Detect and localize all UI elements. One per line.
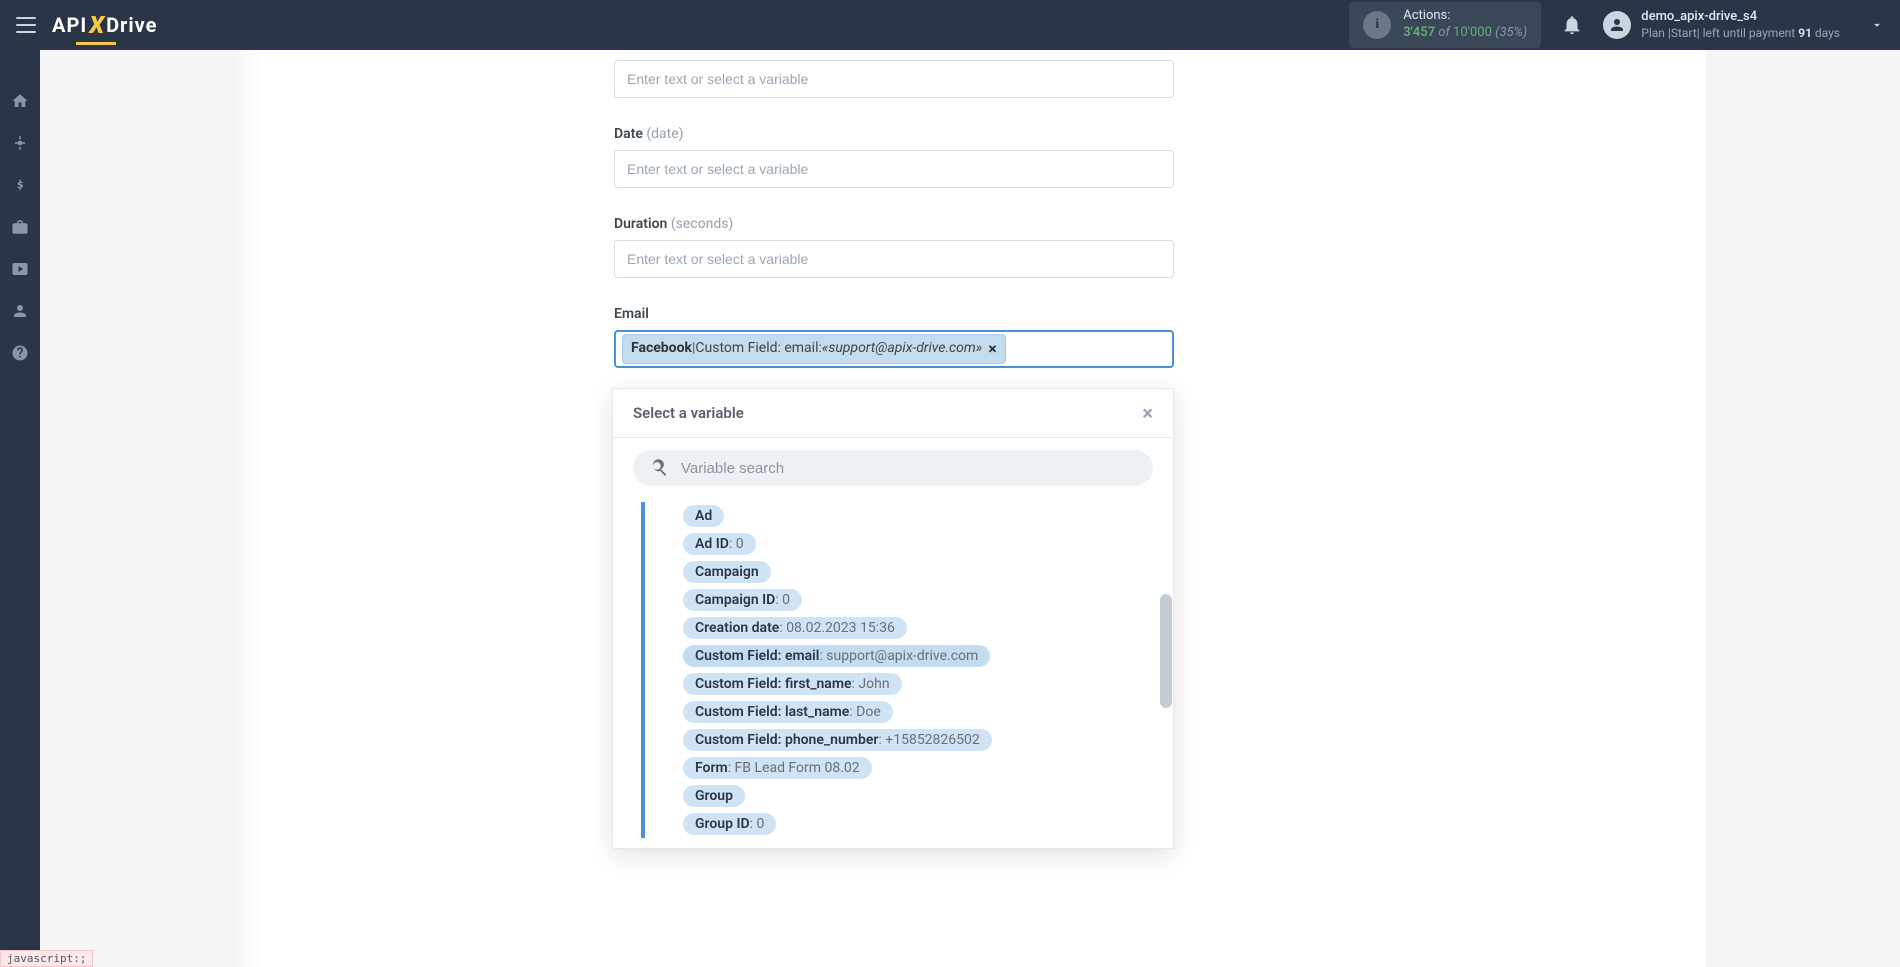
user-menu[interactable]: demo_apix-drive_s4 Plan |Start| left unt…	[1603, 9, 1884, 41]
variable-list[interactable]: AdAd ID: 0CampaignCampaign ID: 0Creation…	[613, 498, 1173, 848]
page-panel: Date (date) Duration (seconds) Email	[234, 50, 1706, 967]
variable-search-input[interactable]	[681, 460, 1137, 477]
actions-total: 10'000	[1453, 25, 1492, 40]
actions-counter[interactable]: i Actions: 3'457 of 10'000 (35%)	[1349, 2, 1541, 48]
chip-source: Facebook	[631, 339, 692, 359]
chevron-down-icon	[1870, 18, 1884, 32]
variable-item[interactable]: Creation date: 08.02.2023 15:36	[683, 617, 907, 639]
variable-item[interactable]: Group	[683, 785, 745, 807]
info-icon: i	[1363, 11, 1391, 39]
variable-name: Custom Field: last_name	[695, 704, 849, 720]
logo-underline	[76, 42, 116, 45]
variable-item[interactable]: Campaign	[683, 561, 771, 583]
logo-drive: Drive	[106, 13, 157, 37]
actions-used: 3'457	[1403, 25, 1435, 40]
email-variable-chip[interactable]: Facebook | Custom Field: email: «support…	[622, 334, 1006, 364]
chip-field: Custom Field: email:	[695, 339, 821, 359]
date-input[interactable]	[614, 150, 1174, 188]
logo[interactable]: API X Drive	[52, 11, 157, 39]
variable-item[interactable]: Ad	[683, 505, 724, 527]
duration-input[interactable]	[614, 240, 1174, 278]
variable-name: Ad ID	[695, 536, 729, 552]
variable-name: Form	[695, 760, 728, 776]
variable-item[interactable]: Ad ID: 0	[683, 533, 756, 555]
search-icon	[649, 458, 669, 478]
duration-sublabel: (seconds)	[671, 216, 733, 232]
topbar: API X Drive i Actions: 3'457 of 10'000 (…	[0, 0, 1900, 50]
variable-item[interactable]: Custom Field: last_name: Doe	[683, 701, 893, 723]
variable-value: : 0	[750, 816, 765, 832]
variable-item[interactable]: Form: FB Lead Form 08.02	[683, 757, 872, 779]
variable-name: Group	[695, 788, 733, 804]
variable-value: : support@apix-drive.com	[819, 648, 978, 664]
currency-input[interactable]	[614, 60, 1174, 98]
variable-item[interactable]: Custom Field: phone_number: +15852826502	[683, 729, 992, 751]
sidebar-home-icon[interactable]	[0, 80, 40, 122]
sidebar-video-icon[interactable]	[0, 248, 40, 290]
plan-days: 91	[1798, 26, 1812, 40]
user-avatar-icon	[1603, 11, 1631, 39]
chip-value: «support@apix-drive.com»	[822, 339, 982, 359]
dropdown-title: Select a variable	[633, 404, 744, 422]
variable-value: : FB Lead Form 08.02	[728, 760, 860, 776]
email-input[interactable]: Facebook | Custom Field: email: «support…	[614, 330, 1174, 368]
variable-name: Campaign	[695, 564, 759, 580]
variable-name: Ad	[695, 508, 712, 524]
actions-pct: (35%)	[1495, 25, 1527, 40]
variable-name: Custom Field: first_name	[695, 676, 852, 692]
variable-name: Creation date	[695, 620, 779, 636]
sidebar-briefcase-icon[interactable]	[0, 206, 40, 248]
variable-dropdown: Select a variable × AdAd ID: 0CampaignCa…	[612, 388, 1174, 849]
status-hint: javascript:;	[0, 950, 93, 967]
scroll-thumb[interactable]	[1160, 594, 1172, 708]
variable-value: : 0	[729, 536, 744, 552]
sidebar-help-icon[interactable]	[0, 332, 40, 374]
logo-api: API	[52, 13, 87, 37]
actions-of: of	[1438, 25, 1453, 40]
variable-name: Custom Field: email	[695, 648, 819, 664]
logo-x-icon: X	[89, 11, 104, 39]
sidebar	[0, 50, 40, 967]
bell-icon[interactable]	[1561, 14, 1583, 36]
variable-item[interactable]: Campaign ID: 0	[683, 589, 802, 611]
variable-item[interactable]: Custom Field: email: support@apix-drive.…	[683, 645, 990, 667]
email-label: Email	[614, 306, 649, 322]
variable-value: : 08.02.2023 15:36	[779, 620, 895, 636]
duration-label: Duration	[614, 216, 667, 232]
chip-remove-icon[interactable]: ×	[988, 338, 997, 360]
variable-value: : Doe	[849, 704, 880, 720]
variable-value: : +15852826502	[878, 732, 979, 748]
variable-name: Group ID	[695, 816, 750, 832]
close-icon[interactable]: ×	[1142, 401, 1153, 425]
hamburger-menu-icon[interactable]	[16, 17, 36, 33]
plan-prefix: Plan |Start| left until payment	[1641, 26, 1798, 40]
variable-search-box[interactable]	[633, 450, 1153, 486]
actions-label: Actions:	[1403, 8, 1527, 25]
user-name: demo_apix-drive_s4	[1641, 9, 1840, 26]
date-sublabel: (date)	[646, 126, 683, 142]
sidebar-flow-icon[interactable]	[0, 122, 40, 164]
variable-value: : 0	[775, 592, 790, 608]
variable-item[interactable]: Custom Field: first_name: John	[683, 673, 902, 695]
date-label: Date	[614, 126, 643, 142]
variable-value: : John	[852, 676, 890, 692]
plan-suffix: days	[1812, 26, 1840, 40]
variable-name: Custom Field: phone_number	[695, 732, 878, 748]
sidebar-dollar-icon[interactable]	[0, 164, 40, 206]
variable-item[interactable]: Group ID: 0	[683, 813, 776, 835]
variable-name: Campaign ID	[695, 592, 775, 608]
sidebar-user-icon[interactable]	[0, 290, 40, 332]
